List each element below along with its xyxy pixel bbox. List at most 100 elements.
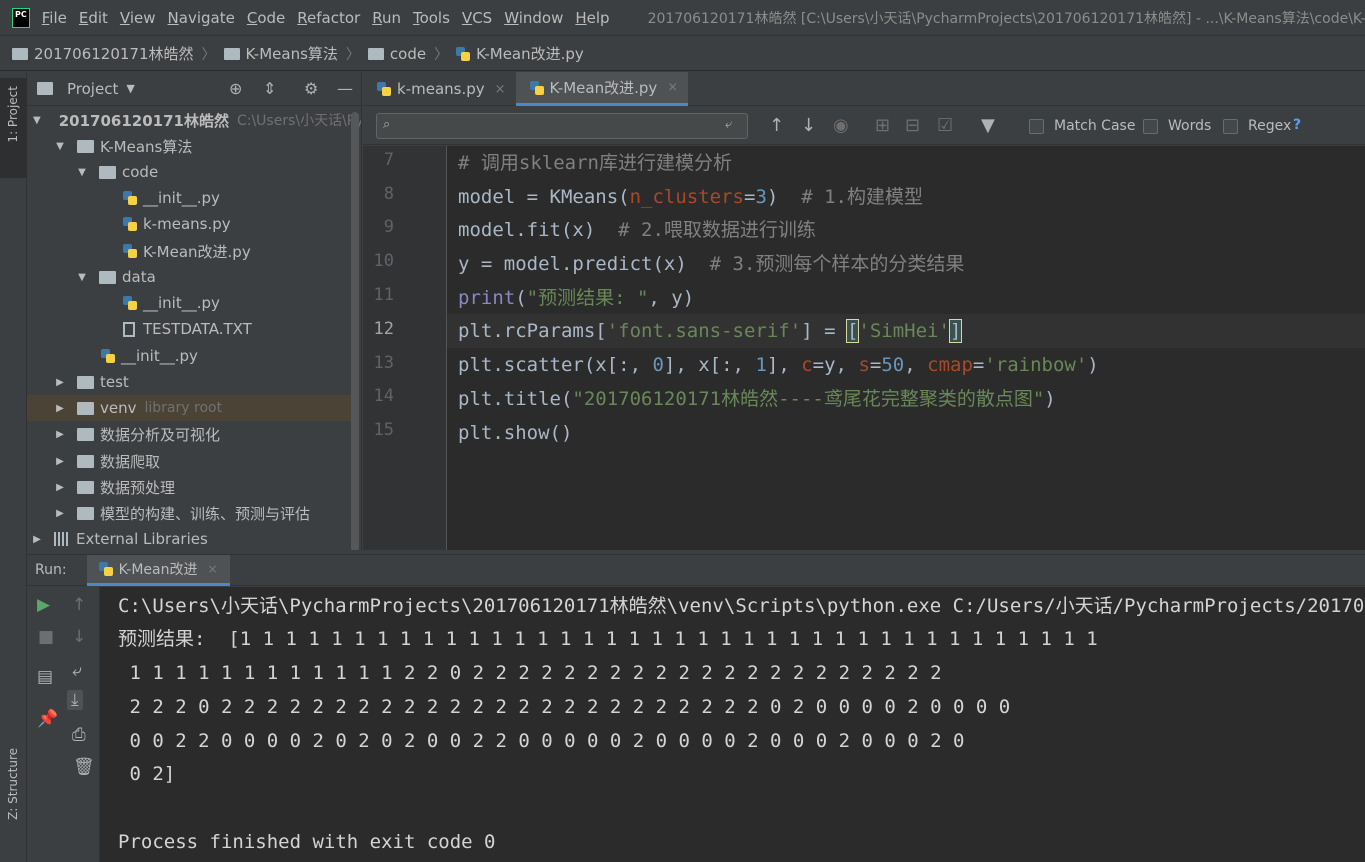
- tree-item-testdata[interactable]: TESTDATA.TXT: [27, 316, 352, 342]
- close-icon[interactable]: ×: [207, 562, 217, 576]
- code-text: plt.title(: [458, 388, 573, 410]
- collapsed-arrow-icon[interactable]: ▶: [55, 429, 65, 440]
- line-number: 14: [373, 386, 394, 406]
- expand-arrow-icon[interactable]: ▼: [33, 115, 41, 126]
- collapsed-arrow-icon[interactable]: ▶: [55, 377, 65, 388]
- scroll-down-icon[interactable]: ↓: [72, 627, 86, 647]
- tree-item-kmeans-init[interactable]: __init__.py: [27, 343, 352, 369]
- collapse-all-icon[interactable]: ⇕: [263, 79, 276, 98]
- tree-label: venv: [100, 399, 137, 417]
- breadcrumb-file[interactable]: K-Mean改进.py: [456, 43, 584, 64]
- tab-kmean-improved-py[interactable]: K-Mean改进.py ×: [515, 72, 689, 106]
- tree-item-data[interactable]: ▼ data: [27, 264, 352, 290]
- tree-item-external-libraries[interactable]: ▶ External Libraries: [27, 526, 352, 550]
- tree-item-test[interactable]: ▶ test: [27, 369, 352, 395]
- scroll-to-end-icon[interactable]: ⤓: [67, 690, 83, 710]
- tree-item-preprocess[interactable]: ▶ 数据预处理: [27, 474, 352, 500]
- close-icon[interactable]: ×: [667, 80, 678, 95]
- rerun-icon[interactable]: ▶: [37, 595, 50, 615]
- filter-icon[interactable]: ▼: [981, 115, 995, 136]
- code-string: "预测结果: ": [526, 287, 649, 309]
- breadcrumb-kmeans[interactable]: K-Means算法〉: [223, 43, 368, 64]
- code-editor[interactable]: 7 8 9 10 11 12 13 14 15 # 调用sklearn库进行建模…: [363, 146, 1365, 550]
- regex-checkbox[interactable]: Regex: [1223, 118, 1291, 134]
- breadcrumb-code[interactable]: code 〉: [367, 44, 456, 64]
- expand-arrow-icon[interactable]: ▼: [77, 167, 87, 178]
- menu-navigate[interactable]: Navigate: [168, 9, 235, 27]
- menu-run[interactable]: Run: [372, 9, 401, 27]
- match-case-checkbox[interactable]: Match Case: [1029, 118, 1135, 134]
- project-scrollbar[interactable]: [351, 112, 359, 550]
- project-view-selector[interactable]: Project: [67, 80, 118, 98]
- collapsed-arrow-icon[interactable]: ▶: [32, 534, 42, 545]
- hide-icon[interactable]: —: [337, 79, 353, 98]
- print-icon[interactable]: ⎙: [72, 725, 86, 745]
- tab-kmeans-py[interactable]: k-means.py ×: [363, 72, 516, 106]
- menu-window[interactable]: Window: [504, 9, 563, 27]
- tree-item-kmeans[interactable]: ▼ K-Means算法: [27, 133, 352, 159]
- find-all-icon[interactable]: ◉: [833, 115, 849, 136]
- console-line: C:\Users\小天话\PycharmProjects\20170612017…: [118, 595, 1365, 617]
- regex-help-icon[interactable]: ?: [1293, 117, 1301, 133]
- tree-label: 201706120171林皓然: [58, 111, 229, 130]
- project-panel: Project ▼ ⊕ ⇕ ⚙ — ▼ 201706120171林皓然 C:\Use…: [27, 72, 362, 550]
- line-gutter: 7 8 9 10 11 12 13 14 15: [363, 146, 447, 550]
- collapsed-arrow-icon[interactable]: ▶: [55, 456, 65, 467]
- code-line-8: model = KMeans(n_clusters=3) # 1.构建模型: [458, 180, 923, 214]
- project-tool-button[interactable]: 1: Project: [0, 78, 27, 178]
- python-file-icon: [123, 244, 137, 258]
- run-console[interactable]: C:\Users\小天话\PycharmProjects\20170612017…: [100, 587, 1365, 862]
- breadcrumb-label: K-Mean改进.py: [476, 45, 584, 63]
- expand-arrow-icon[interactable]: ▼: [77, 272, 87, 283]
- stop-icon[interactable]: ■: [38, 627, 54, 647]
- python-file-icon: [98, 561, 113, 576]
- structure-tool-button[interactable]: Z: Structure: [6, 748, 20, 820]
- pin-icon[interactable]: 📌: [37, 709, 58, 729]
- code-text: plt.scatter(x[:,: [458, 354, 653, 376]
- collapsed-arrow-icon[interactable]: ▶: [55, 403, 65, 414]
- tree-item-crawl[interactable]: ▶ 数据爬取: [27, 448, 352, 474]
- menu-file[interactable]: File: [42, 9, 67, 27]
- trash-icon[interactable]: 🗑: [73, 757, 95, 777]
- remove-occurrence-icon[interactable]: ⊟: [905, 115, 920, 136]
- arrow-up-icon[interactable]: ↑: [769, 115, 784, 136]
- words-checkbox[interactable]: Words: [1143, 118, 1211, 134]
- menu-edit[interactable]: Edit: [79, 9, 108, 27]
- menu-code[interactable]: Code: [247, 9, 285, 27]
- code-line-11: print("预测结果: ", y): [458, 281, 694, 315]
- search-history-icon[interactable]: ⤶: [725, 117, 732, 132]
- collapsed-arrow-icon[interactable]: ▶: [55, 508, 65, 519]
- tree-item-kmean-improved-py[interactable]: K-Mean改进.py: [27, 238, 352, 264]
- menu-vcs[interactable]: VCS: [462, 9, 492, 27]
- menu-tools[interactable]: Tools: [413, 9, 450, 27]
- expand-arrow-icon[interactable]: ▼: [55, 141, 65, 152]
- menu-help[interactable]: Help: [575, 9, 609, 27]
- arrow-down-icon[interactable]: ↓: [801, 115, 816, 136]
- chevron-down-icon[interactable]: ▼: [126, 82, 134, 95]
- breadcrumb-project[interactable]: 201706120171林皓然〉: [12, 43, 224, 64]
- run-label: Run:: [35, 562, 67, 578]
- tree-item-data-init[interactable]: __init__.py: [27, 290, 352, 316]
- tree-item-analysis[interactable]: ▶ 数据分析及可视化: [27, 421, 352, 447]
- add-occurrence-icon[interactable]: ⊞: [875, 115, 890, 136]
- close-icon[interactable]: ×: [495, 82, 506, 97]
- tree-item-code-init[interactable]: __init__.py: [27, 185, 352, 211]
- tree-item-code[interactable]: ▼ code: [27, 159, 352, 185]
- layout-icon[interactable]: ▤: [37, 667, 53, 687]
- soft-wrap-icon[interactable]: ⤶: [72, 661, 82, 681]
- locate-icon[interactable]: ⊕: [229, 79, 242, 98]
- tree-item-model[interactable]: ▶ 模型的构建、训练、预测与评估: [27, 500, 352, 526]
- menu-view[interactable]: View: [120, 9, 156, 27]
- folder-icon: [99, 270, 116, 284]
- run-tab-kmean-improved[interactable]: K-Mean改进 ×: [86, 554, 230, 586]
- scroll-up-icon[interactable]: ↑: [72, 595, 86, 615]
- tree-item-project-root[interactable]: ▼ 201706120171林皓然 C:\Users\小天话\PycharmProj…: [27, 107, 361, 133]
- menu-refactor[interactable]: Refactor: [297, 9, 360, 27]
- select-all-occurrences-icon[interactable]: ☑: [937, 115, 953, 136]
- tree-item-kmeans-py[interactable]: k-means.py: [27, 211, 352, 237]
- collapsed-arrow-icon[interactable]: ▶: [55, 482, 65, 493]
- gear-icon[interactable]: ⚙: [304, 79, 318, 98]
- tree-item-venv[interactable]: ▶ venv library root: [27, 395, 352, 421]
- search-input[interactable]: [376, 113, 748, 139]
- search-icon[interactable]: ⌕: [383, 117, 390, 132]
